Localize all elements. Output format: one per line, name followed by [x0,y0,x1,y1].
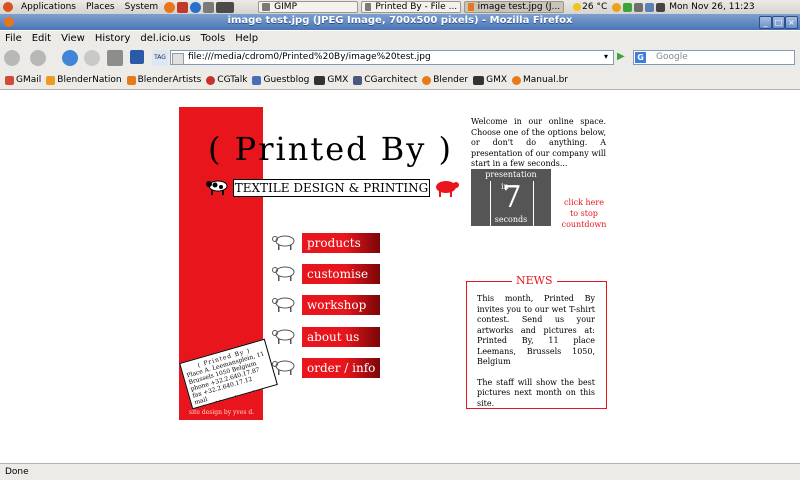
bookmark-gmail[interactable]: GMail [5,75,41,85]
firefox-launcher-icon[interactable] [164,1,176,13]
gimp-icon [262,3,271,11]
bookmark-gmx-2[interactable]: GMX [473,75,507,85]
firefox-icon [468,3,474,11]
news-title: NEWS [512,274,557,287]
menu-delicious[interactable]: del.icio.us [140,33,190,44]
menu-tools[interactable]: Tools [201,33,226,44]
blender-icon [422,75,432,85]
launcher-icon-2[interactable] [177,1,189,13]
menu-places[interactable]: Places [86,2,115,12]
bookmark-gmx[interactable]: GMX [314,75,348,85]
tagline: TEXTILE DESIGN & PRINTING [233,179,430,197]
nav-order-info[interactable]: order / info [302,358,380,378]
status-bar: Done [0,463,800,480]
google-engine-icon[interactable]: G [635,52,646,63]
gmx-icon [314,75,326,85]
weather-icon[interactable] [573,3,582,11]
cow-outline-icon [272,235,295,250]
taskbar-firefox[interactable]: image test.jpg (J... [464,1,565,13]
home-button[interactable] [107,50,123,66]
menu-applications[interactable]: Applications [21,2,76,12]
nav-products[interactable]: products [302,233,380,253]
weather-temp: 26 °C [582,2,608,12]
clock[interactable]: Mon Nov 26, 11:23 [669,2,754,12]
firefox-menubar: File Edit View History del.icio.us Tools… [0,31,800,45]
countdown-label-top: presentation [485,170,537,179]
search-input[interactable]: Google [633,50,795,65]
bookmark-blenderartists[interactable]: BlenderArtists [126,75,201,85]
minimize-button[interactable]: _ [759,16,772,29]
blender-icon [126,75,136,85]
window-titlebar[interactable]: image test.jpg (JPEG Image, 700x500 pixe… [0,14,800,30]
bookmark-blender[interactable]: Blender [422,75,468,85]
nav-workshop[interactable]: workshop [302,295,380,315]
bookmark-blendernation[interactable]: BlenderNation [46,75,122,85]
back-button[interactable] [4,50,20,66]
bookmark-button[interactable] [130,50,144,64]
menu-help[interactable]: Help [235,33,258,44]
stop-countdown-link[interactable]: click here to stop countdown [560,197,608,230]
launcher-icon-5[interactable] [216,1,235,13]
countdown-label-bottom: seconds [494,215,528,224]
menu-history[interactable]: History [95,33,131,44]
tray-icon-3[interactable] [634,2,644,12]
brand-title: ( Printed By ) [208,130,454,168]
cow-icon-right [436,181,459,197]
cow-outline-icon [272,360,295,375]
taskbar-file-browser[interactable]: Printed By - File ... [361,1,462,13]
launcher-icon-4[interactable] [203,1,215,13]
taskbar-gimp[interactable]: GIMP [258,1,359,13]
news-text: This month, Printed By invites you to ou… [477,294,595,409]
cgarchitect-icon [353,75,363,85]
maximize-button[interactable]: □ [772,16,785,29]
news-paragraph: This month, Printed By invites you to ou… [477,294,595,366]
page-favicon [172,53,184,65]
go-button[interactable]: ▶ [617,51,629,64]
menu-edit[interactable]: Edit [32,33,51,44]
file-icon [365,3,372,11]
gnome-top-panel: Applications Places System GIMP Printed … [0,0,800,15]
cow-icon-left [206,180,228,195]
nav-customise[interactable]: customise [302,264,380,284]
gnome-foot-icon[interactable] [3,2,13,12]
url-dropdown-icon[interactable]: ▾ [604,52,608,61]
bookmarks-toolbar: GMail BlenderNation BlenderArtists CGTal… [0,71,800,90]
news-box: NEWS This month, Printed By invites you … [466,274,607,409]
countdown-box: presentation in 7 seconds [471,169,551,226]
cow-outline-icon [272,297,295,312]
cow-outline-icon [272,329,295,344]
site-credit: site design by yves d. [189,409,255,416]
nav-about-us[interactable]: about us [302,327,380,347]
guestblog-icon [252,75,262,85]
navigation-toolbar: TAG file:///media/cdrom0/Printed%20By/im… [0,45,800,71]
rss-icon [46,75,56,85]
stop-button[interactable] [84,50,100,66]
bookmark-cgarchitect[interactable]: CGarchitect [353,75,417,85]
blender-icon [512,75,522,85]
welcome-text: Welcome in our online space. Choose one … [471,117,606,168]
close-button[interactable]: × [785,16,798,29]
forward-button[interactable] [30,50,46,66]
launcher-icon-3[interactable] [190,1,202,13]
window-title: image test.jpg (JPEG Image, 700x500 pixe… [227,15,573,26]
tag-button[interactable]: TAG [152,50,168,66]
network-icon[interactable] [645,2,655,12]
bookmark-cgtalk[interactable]: CGTalk [206,75,247,85]
menu-file[interactable]: File [5,33,22,44]
countdown-number: 7 [502,180,522,215]
cgtalk-icon [206,75,216,85]
bookmark-guestblog[interactable]: Guestblog [252,75,309,85]
gmx-icon [473,75,485,85]
menu-view[interactable]: View [61,33,85,44]
reload-button[interactable] [62,50,78,66]
cow-outline-icon [272,266,295,281]
tray-icon-1[interactable] [612,2,622,12]
url-bar[interactable]: file:///media/cdrom0/Printed%20By/image%… [170,50,614,65]
volume-icon[interactable] [656,2,666,12]
tray-icon-2[interactable] [623,2,633,12]
news-paragraph: The staff will show the best pictures ne… [477,377,595,408]
gmail-icon [5,75,14,85]
menu-system[interactable]: System [125,2,159,12]
bookmark-manual-br[interactable]: Manual.br [512,75,568,85]
